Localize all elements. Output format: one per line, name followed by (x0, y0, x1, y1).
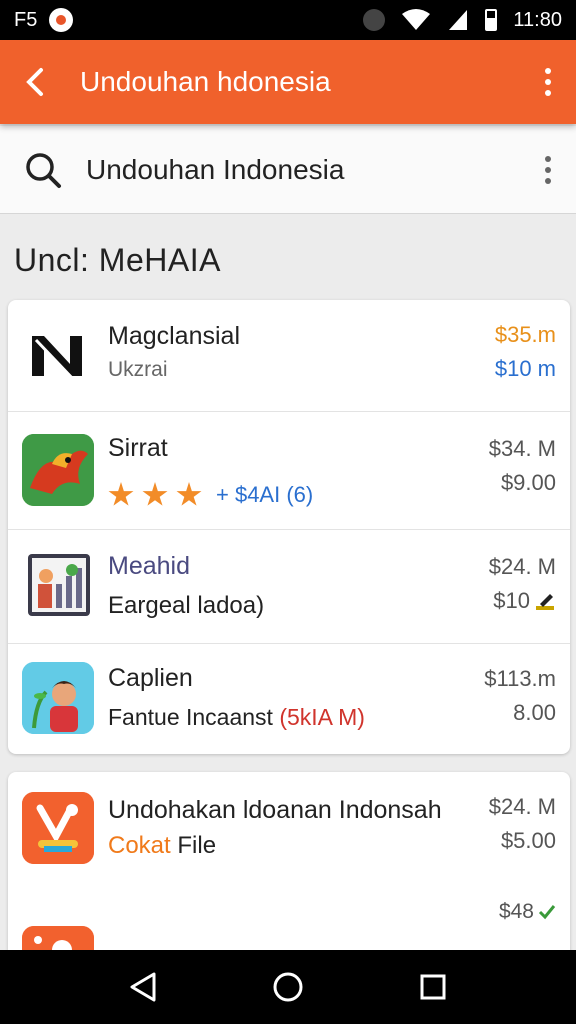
nav-back-button[interactable] (118, 962, 168, 1012)
app-list-card: Magclansial Ukzrai $35.m $10 m Sirrat + … (8, 300, 570, 754)
app-size-wrap: $10 (493, 588, 556, 614)
overflow-menu-button[interactable] (520, 40, 576, 124)
app-price: $35.m (494, 322, 556, 347)
rating-stars (108, 482, 202, 508)
app-size: $10 (493, 588, 530, 613)
app-list-card-2: Undohakan ldoanan Indonsah Cokat File $2… (8, 772, 570, 962)
app-price: $48 (498, 900, 534, 923)
bird-icon (22, 434, 94, 506)
app-name: Caplien (108, 664, 193, 692)
section-title: Uncl: MeHAIA (14, 242, 221, 278)
nav-home-icon (273, 972, 303, 1002)
app-sub-extra: (5kIA M) (279, 704, 365, 730)
list-item[interactable]: Undohakan ldoanan Indonsah Cokat File $2… (8, 772, 570, 896)
star-icon (108, 482, 134, 506)
app-price: $24. M (488, 794, 556, 819)
app-name: Meahid (108, 552, 190, 580)
app-price: $24. M (488, 554, 556, 579)
status-time: 11:80 (513, 8, 562, 31)
app-size: $10 m (494, 356, 556, 381)
nd-logo-icon (22, 319, 94, 392)
page-title: Undouhan hdonesia (80, 66, 331, 97)
notification-icon (49, 8, 74, 32)
app-price-wrap: $48 (499, 900, 556, 924)
app-bar: Undouhan hdonesia (0, 40, 576, 124)
search-icon[interactable] (0, 150, 86, 190)
list-item[interactable]: Magclansial Ukzrai $35.m $10 m (8, 300, 570, 412)
app-sub: Fantue Incaanst (108, 704, 273, 730)
status-left-text: F5 (14, 8, 38, 31)
nav-back-icon (130, 972, 156, 1002)
back-arrow-icon (26, 68, 43, 96)
search-bar[interactable]: Undouhan Indonesia (0, 126, 576, 214)
navigation-bar (0, 950, 576, 1024)
rating-text: + $4AI (6) (216, 482, 314, 507)
app-sub-wrap: Fantue Incaanst (5kIA M) (108, 704, 365, 731)
tool-icon (22, 792, 94, 864)
pencil-icon (536, 594, 554, 610)
status-dot-icon (363, 9, 386, 31)
chart-icon (28, 554, 90, 616)
star-icon (142, 482, 168, 506)
nav-recents-icon (420, 974, 446, 1000)
wifi-icon (402, 9, 431, 30)
nav-home-button[interactable] (263, 962, 313, 1012)
app-price: $113.m (484, 666, 556, 691)
battery-icon (485, 9, 498, 31)
app-size: 8.00 (513, 700, 556, 725)
app-name: Undohakan ldoanan Indonsah (108, 796, 442, 824)
app-sub: Ukzrai (108, 358, 168, 381)
search-more-button[interactable] (520, 155, 576, 184)
app-size: $9.00 (500, 470, 556, 495)
list-item[interactable]: Caplien Fantue Incaanst (5kIA M) $113.m … (8, 644, 570, 752)
kid-icon (22, 662, 94, 734)
app-sub: Eargeal ladoa) (108, 592, 265, 619)
signal-icon (449, 10, 468, 30)
status-bar: F5 11:80 (0, 0, 576, 40)
rating: + $4AI (6) (108, 482, 313, 508)
app-sub-wrap: Cokat File (108, 832, 216, 860)
app-sub: File (170, 832, 217, 859)
app-name: Sirrat (108, 434, 168, 462)
star-icon (176, 482, 202, 506)
check-icon (538, 905, 556, 920)
nav-recents-button[interactable] (408, 962, 458, 1012)
app-name: Magclansial (108, 322, 241, 350)
app-price: $34. M (488, 436, 556, 461)
back-button[interactable] (0, 40, 70, 124)
app-sub-highlight: Cokat (108, 832, 171, 859)
list-item[interactable]: Meahid Eargeal ladoa) $24. M $10 (8, 530, 570, 644)
list-item[interactable]: Sirrat + $4AI (6) $34. M $9.00 (8, 412, 570, 530)
app-size: $5.00 (500, 828, 556, 853)
search-input[interactable]: Undouhan Indonesia (86, 154, 344, 186)
